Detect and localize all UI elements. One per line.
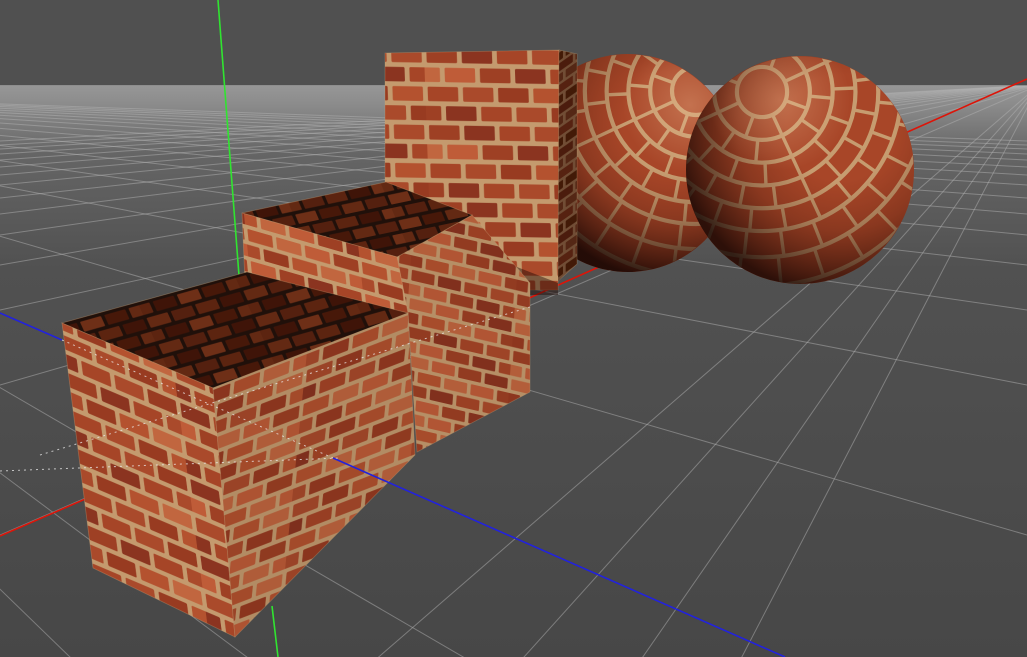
scene-canvas[interactable] xyxy=(0,0,1027,657)
3d-viewport[interactable] xyxy=(0,0,1027,657)
brick-cube-floating-right-shade xyxy=(558,50,577,281)
brick-sphere-front-highlight xyxy=(686,56,914,284)
